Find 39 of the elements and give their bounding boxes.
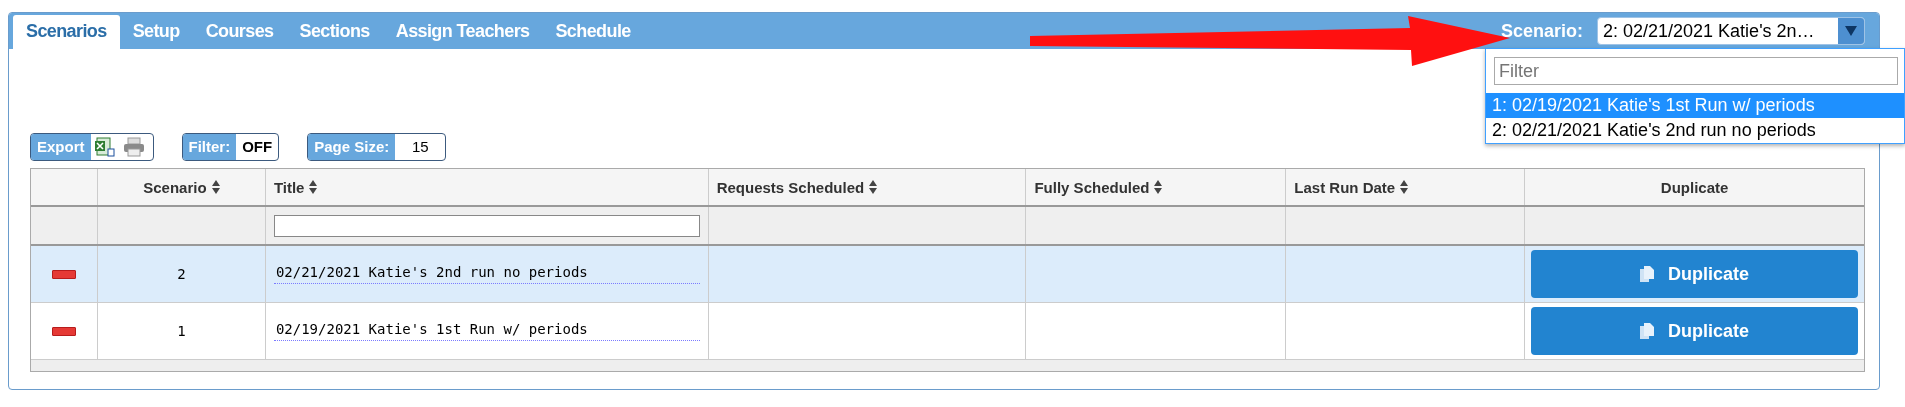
- remove-icon[interactable]: [52, 269, 76, 279]
- title-field[interactable]: 02/19/2021 Katie's 1st Run w/ periods: [273, 321, 700, 341]
- title-filter-field[interactable]: [273, 214, 700, 237]
- sort-icon[interactable]: [211, 180, 220, 194]
- table-cell: 1: [177, 323, 186, 339]
- column-header[interactable]: Requests Scheduled: [716, 178, 865, 196]
- table-row[interactable]: 2 02/21/2021 Katie's 2nd run no periods Duplicate: [31, 246, 1864, 303]
- scenario-label: Scenario:: [1500, 20, 1583, 42]
- remove-icon[interactable]: [52, 326, 76, 336]
- dropdown-option[interactable]: 2: 02/21/2021 Katie's 2nd run no periods: [1486, 118, 1904, 143]
- sort-icon[interactable]: [869, 180, 878, 194]
- dropdown-caret-icon[interactable]: [1838, 18, 1864, 44]
- filter-value: OFF: [241, 137, 274, 157]
- page-size-label: Page Size:: [308, 134, 396, 160]
- column-header[interactable]: Fully Scheduled: [1034, 178, 1150, 196]
- column-header[interactable]: Title: [273, 178, 305, 196]
- duplicate-button[interactable]: Duplicate: [1531, 307, 1858, 355]
- page-size-value: 15: [410, 137, 430, 157]
- copy-icon: [1640, 265, 1655, 283]
- title-field[interactable]: 02/21/2021 Katie's 2nd run no periods: [273, 264, 700, 284]
- duplicate-button[interactable]: Duplicate: [1531, 250, 1858, 298]
- copy-icon: [1640, 322, 1655, 340]
- scenario-select[interactable]: 2: 02/21/2021 Katie's 2n…: [1597, 17, 1865, 45]
- sort-icon[interactable]: [1400, 180, 1409, 194]
- tab[interactable]: Scenarios: [13, 15, 120, 49]
- export-label: Export: [31, 134, 91, 160]
- sort-icon[interactable]: [309, 180, 318, 194]
- table-row[interactable]: 1 02/19/2021 Katie's 1st Run w/ periods Duplicate: [31, 303, 1864, 360]
- filter-label: Filter:: [182, 134, 237, 160]
- printer-icon[interactable]: [122, 137, 145, 157]
- filter-control[interactable]: Filter: OFF: [181, 133, 280, 161]
- page-size-control[interactable]: Page Size: 15: [307, 133, 447, 161]
- column-header[interactable]: Last Run Date: [1294, 178, 1396, 196]
- table-cell: 2: [177, 266, 186, 282]
- sort-icon[interactable]: [1154, 180, 1163, 194]
- spreadsheet-icon[interactable]: [94, 137, 115, 157]
- column-header[interactable]: Scenario: [143, 178, 207, 196]
- column-header[interactable]: Duplicate: [1660, 178, 1729, 196]
- dropdown-filter-field[interactable]: Filter: [1494, 57, 1898, 85]
